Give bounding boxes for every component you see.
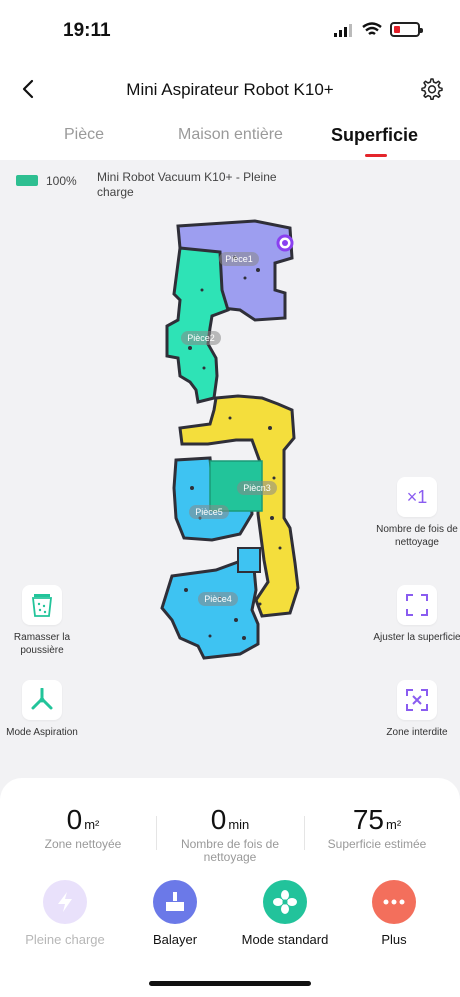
adjust-area-tool[interactable]: Ajuster la superficie xyxy=(372,585,460,644)
tab-maison-entiere[interactable]: Maison entière xyxy=(178,126,283,144)
fan-icon xyxy=(263,880,307,924)
cleaning-map[interactable]: Pièce1 Pièce2 Piècn3 Pièce5 Pièce4 xyxy=(140,218,310,663)
active-tab-indicator xyxy=(365,154,387,157)
tab-superficie[interactable]: Superficie xyxy=(331,125,418,146)
battery-icon xyxy=(390,22,423,37)
standard-mode-button[interactable]: Mode standard xyxy=(230,880,340,947)
signal-icon xyxy=(334,23,352,37)
adjust-area-label: Ajuster la superficie xyxy=(373,632,460,643)
status-time: 19:11 xyxy=(63,20,111,41)
page-title: Mini Aspirateur Robot K10+ xyxy=(126,80,334,99)
no-go-zone-label: Zone interdite xyxy=(386,727,448,738)
lightning-icon xyxy=(43,880,87,924)
full-charge-button[interactable]: Pleine charge xyxy=(10,880,120,947)
more-icon xyxy=(372,880,416,924)
room-label-2: Pièce2 xyxy=(187,333,215,343)
gear-icon xyxy=(421,78,443,101)
dust-bin-icon xyxy=(22,585,62,625)
clean-count-icon: ×1 xyxy=(397,477,437,517)
suction-mode-label: Mode Aspiration xyxy=(6,727,78,738)
stat-clean-count: 0 min Nombre de fois de nettoyage xyxy=(180,804,280,864)
status-bar: 19:11 xyxy=(0,0,460,62)
more-button[interactable]: Plus xyxy=(339,880,449,947)
battery-percent: 100% xyxy=(46,174,77,188)
settings-button[interactable] xyxy=(418,76,444,102)
no-go-zone-tool[interactable]: Zone interdite xyxy=(372,680,460,739)
room-label-4: Pièce4 xyxy=(204,594,232,604)
hallway-area xyxy=(237,547,261,573)
room-label-3: Piècn3 xyxy=(243,483,271,493)
room-4-area xyxy=(160,560,260,660)
sweep-button[interactable]: Balayer xyxy=(120,880,230,947)
tab-bar: Pièce Maison entière Superficie xyxy=(0,118,460,160)
fan-icon xyxy=(22,680,62,720)
stat-estimated-area: 75 m² Superficie estimée xyxy=(327,804,427,851)
no-go-zone-icon xyxy=(397,680,437,720)
home-indicator xyxy=(149,981,311,986)
navigation-bar: Mini Aspirateur Robot K10+ xyxy=(0,62,460,118)
room-label-5: Pièce5 xyxy=(195,507,223,517)
tab-piece[interactable]: Pièce xyxy=(64,126,104,144)
status-icons xyxy=(334,22,423,37)
stat-cleaned-area: 0 m² Zone nettoyée xyxy=(44,804,122,851)
frame-icon xyxy=(397,585,437,625)
device-status-text: Mini Robot Vacuum K10+ - Pleine charge xyxy=(97,170,277,199)
suction-mode-tool[interactable]: Mode Aspiration xyxy=(0,680,87,739)
device-info: 100% Mini Robot Vacuum K10+ - Pleine cha… xyxy=(16,170,277,199)
collect-dust-label: Ramasser la poussière xyxy=(13,632,71,656)
battery-charging-icon xyxy=(16,175,38,186)
clean-count-tool[interactable]: ×1 Nombre de fois de nettoyage xyxy=(372,477,460,549)
room-2-area xyxy=(165,246,230,404)
wifi-icon xyxy=(362,22,382,35)
room-label-1: Pièce1 xyxy=(225,254,253,264)
bottom-panel: 0 m² Zone nettoyée 0 min Nombre de fois de… xyxy=(0,778,460,997)
clean-count-label: Nombre de fois de nettoyage xyxy=(376,524,458,548)
collect-dust-tool[interactable]: Ramasser la poussière xyxy=(0,585,87,657)
sweep-icon xyxy=(153,880,197,924)
